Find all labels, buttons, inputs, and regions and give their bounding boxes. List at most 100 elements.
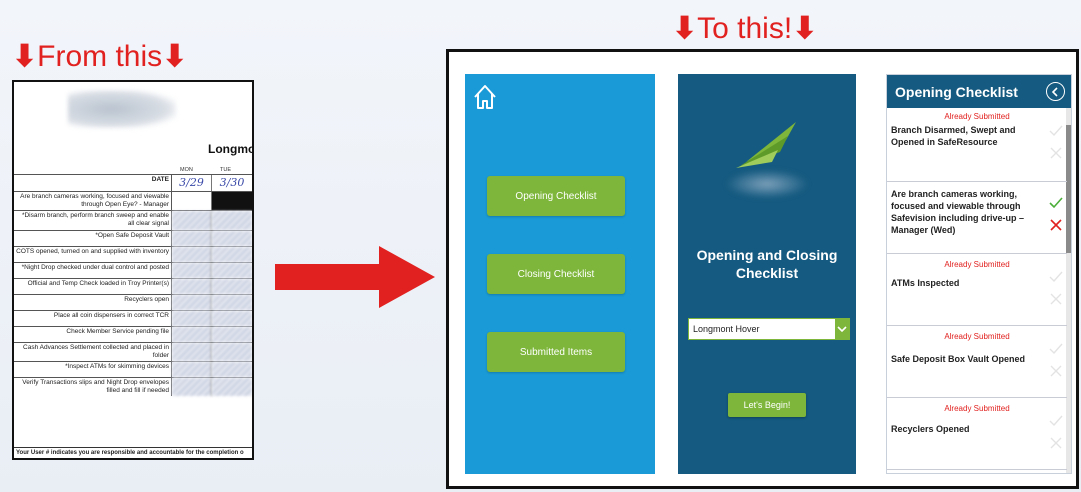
form-row-label: Official and Temp Check loaded in Troy P…: [14, 278, 172, 294]
back-arrow-icon[interactable]: [1046, 82, 1065, 101]
form-cell: [212, 342, 252, 361]
item-status: Already Submitted: [944, 404, 1010, 413]
form-row: *Disarm branch, perform branch sweep and…: [14, 210, 252, 230]
form-row-label: *Disarm branch, perform branch sweep and…: [14, 211, 172, 230]
form-row-label: Check Member Service pending file: [14, 326, 172, 342]
branch-select[interactable]: Longmont Hover: [688, 318, 850, 340]
form-cell: [172, 310, 212, 326]
lets-begin-button[interactable]: Let's Begin!: [728, 393, 806, 417]
form-cell: [212, 262, 252, 278]
paper-checklist-form: Longmo MON TUE DATE 3/29 3/30 Are branch…: [12, 80, 254, 460]
submitted-items-button[interactable]: Submitted Items: [487, 332, 625, 372]
start-screen: Opening and Closing Checklist Longmont H…: [678, 74, 856, 474]
check-icon[interactable]: [1049, 124, 1063, 138]
form-row-label: COTS opened, turned on and supplied with…: [14, 246, 172, 262]
check-icon[interactable]: [1049, 196, 1063, 210]
form-row: *Open Safe Deposit Vault: [14, 229, 252, 246]
list-item[interactable]: Already Submitted Recyclers Opened: [887, 398, 1067, 470]
x-icon[interactable]: [1049, 364, 1063, 378]
logo-mark-icon: [736, 122, 796, 168]
form-cell: [172, 361, 212, 377]
date-mon: 3/29: [172, 175, 212, 191]
form-row-label: Recyclers open: [14, 294, 172, 310]
chevron-down-icon[interactable]: [835, 319, 849, 339]
form-row: Cash Advances Settlement collected and p…: [14, 341, 252, 361]
check-icon[interactable]: [1049, 270, 1063, 284]
form-cell: [212, 211, 252, 230]
form-row: *Night Drop checked under dual control a…: [14, 261, 252, 278]
list-title: Opening Checklist: [895, 83, 1018, 100]
date-label: DATE: [14, 175, 172, 191]
check-icon[interactable]: [1049, 342, 1063, 356]
form-row: COTS opened, turned on and supplied with…: [14, 245, 252, 262]
form-cell: [212, 230, 252, 246]
blurred-logo: [68, 90, 176, 128]
item-status: Already Submitted: [944, 112, 1010, 121]
branch-name: Longmo: [208, 142, 254, 156]
form-grid: DATE 3/29 3/30 Are branch cameras workin…: [14, 174, 252, 396]
start-title: Opening and Closing Checklist: [678, 246, 856, 282]
item-label: Are branch cameras working, focused and …: [891, 189, 1025, 236]
form-cell: [212, 278, 252, 294]
form-row-label: Verify Transactions slips and Night Drop…: [14, 377, 172, 396]
form-row-label: Place all coin dispensers in correct TCR: [14, 310, 172, 326]
form-cell: [172, 211, 212, 230]
app-screens-frame: Opening Checklist Closing Checklist Subm…: [446, 49, 1079, 489]
home-screen: Opening Checklist Closing Checklist Subm…: [465, 74, 655, 474]
list-header: Opening Checklist: [887, 75, 1071, 108]
date-row: DATE 3/29 3/30: [14, 174, 252, 191]
form-cell: [212, 246, 252, 262]
form-row: Check Member Service pending file: [14, 325, 252, 342]
item-status: Already Submitted: [944, 332, 1010, 341]
form-row: *Inspect ATMs for skimming devices: [14, 360, 252, 377]
x-icon[interactable]: [1049, 146, 1063, 160]
down-arrow-icon: ⬇: [12, 40, 38, 73]
form-cell: [172, 377, 212, 396]
down-arrow-icon: ⬇: [672, 12, 698, 45]
form-cell: [172, 246, 212, 262]
form-cell: [212, 326, 252, 342]
red-arrow-icon: [275, 246, 435, 308]
form-row: Are branch cameras working, focused and …: [14, 191, 252, 211]
form-cell: [172, 326, 212, 342]
opening-checklist-button[interactable]: Opening Checklist: [487, 176, 625, 216]
form-cell: [212, 310, 252, 326]
down-arrow-icon: ⬇: [162, 40, 188, 73]
x-icon[interactable]: [1049, 436, 1063, 450]
form-row-label: *Open Safe Deposit Vault: [14, 230, 172, 246]
home-icon[interactable]: [473, 84, 497, 110]
day-mon: MON: [180, 167, 193, 173]
form-cell: [172, 192, 212, 211]
form-row-label: Cash Advances Settlement collected and p…: [14, 342, 172, 361]
down-arrow-icon: ⬇: [792, 12, 818, 45]
opening-checklist-screen: Opening Checklist Already Submitted Bran…: [886, 74, 1072, 474]
branch-select-value: Longmont Hover: [693, 324, 760, 334]
from-this-text: From this: [37, 40, 163, 73]
item-label: Safe Deposit Box Vault Opened: [891, 354, 1026, 364]
x-icon[interactable]: [1049, 292, 1063, 306]
form-cell: [172, 294, 212, 310]
closing-checklist-button[interactable]: Closing Checklist: [487, 254, 625, 294]
form-row: Verify Transactions slips and Night Drop…: [14, 376, 252, 396]
form-row: Official and Temp Check loaded in Troy P…: [14, 277, 252, 294]
list-item[interactable]: Already Submitted Branch Disarmed, Swept…: [887, 110, 1067, 182]
to-this-heading: ⬇ To this! ⬇: [672, 14, 817, 44]
check-icon[interactable]: [1049, 414, 1063, 428]
item-label: Recyclers Opened: [891, 424, 970, 434]
form-row-label: Are branch cameras working, focused and …: [14, 192, 172, 211]
form-row: Place all coin dispensers in correct TCR: [14, 309, 252, 326]
blurred-logo-text: [726, 170, 808, 198]
list-item[interactable]: Are branch cameras working, focused and …: [887, 182, 1067, 254]
list-item[interactable]: Already Submitted Safe Deposit Box Vault…: [887, 326, 1067, 398]
x-icon[interactable]: [1049, 218, 1063, 232]
form-cell: [212, 192, 252, 211]
date-tue: 3/30: [212, 175, 252, 191]
item-label: Branch Disarmed, Swept and Opened in Saf…: [891, 125, 1016, 148]
form-cell: [212, 294, 252, 310]
company-logo: [726, 114, 808, 204]
day-tue: TUE: [220, 167, 231, 173]
start-title-line1: Opening and Closing: [696, 247, 838, 263]
item-label: ATMs Inspected: [891, 278, 960, 288]
form-cell: [212, 361, 252, 377]
list-item[interactable]: Already Submitted ATMs Inspected: [887, 254, 1067, 326]
